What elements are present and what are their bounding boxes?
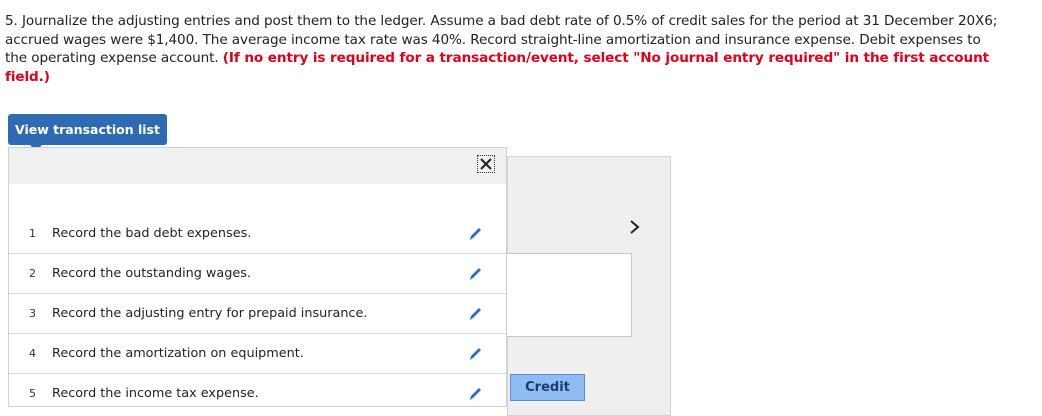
list-item[interactable]: 2 Record the outstanding wages.: [9, 254, 506, 294]
transaction-number: 2: [29, 267, 36, 280]
transaction-label: Record the bad debt expenses.: [52, 226, 252, 241]
chevron-right-icon[interactable]: [625, 218, 643, 236]
list-item[interactable]: 4 Record the amortization on equipment.: [9, 334, 506, 374]
transaction-number: 5: [29, 387, 36, 400]
transaction-number: 4: [29, 347, 36, 360]
pencil-icon[interactable]: [467, 386, 483, 402]
pencil-icon[interactable]: [467, 346, 483, 362]
pencil-icon[interactable]: [467, 226, 483, 242]
transaction-label: Record the income tax expense.: [52, 386, 259, 401]
transaction-number: 3: [29, 307, 36, 320]
transaction-label: Record the outstanding wages.: [52, 266, 251, 281]
transaction-number: 1: [29, 227, 36, 240]
transaction-label: Record the adjusting entry for prepaid i…: [52, 306, 368, 321]
question-text: 5. Journalize the adjusting entries and …: [5, 12, 1005, 86]
credit-button[interactable]: Credit: [510, 374, 585, 401]
transaction-list-popup: 1 Record the bad debt expenses. 2 Record…: [8, 147, 507, 407]
view-transaction-list-button[interactable]: View transaction list: [8, 114, 167, 151]
pencil-icon[interactable]: [467, 266, 483, 282]
popup-header: [9, 148, 506, 184]
pencil-icon[interactable]: [467, 306, 483, 322]
list-item[interactable]: 1 Record the bad debt expenses.: [9, 214, 506, 254]
transaction-list: 1 Record the bad debt expenses. 2 Record…: [9, 214, 506, 413]
journal-entry-box: [505, 253, 632, 337]
list-item[interactable]: 3 Record the adjusting entry for prepaid…: [9, 294, 506, 334]
list-item[interactable]: 5 Record the income tax expense.: [9, 374, 506, 413]
transaction-label: Record the amortization on equipment.: [52, 346, 304, 361]
close-icon[interactable]: [477, 155, 495, 173]
